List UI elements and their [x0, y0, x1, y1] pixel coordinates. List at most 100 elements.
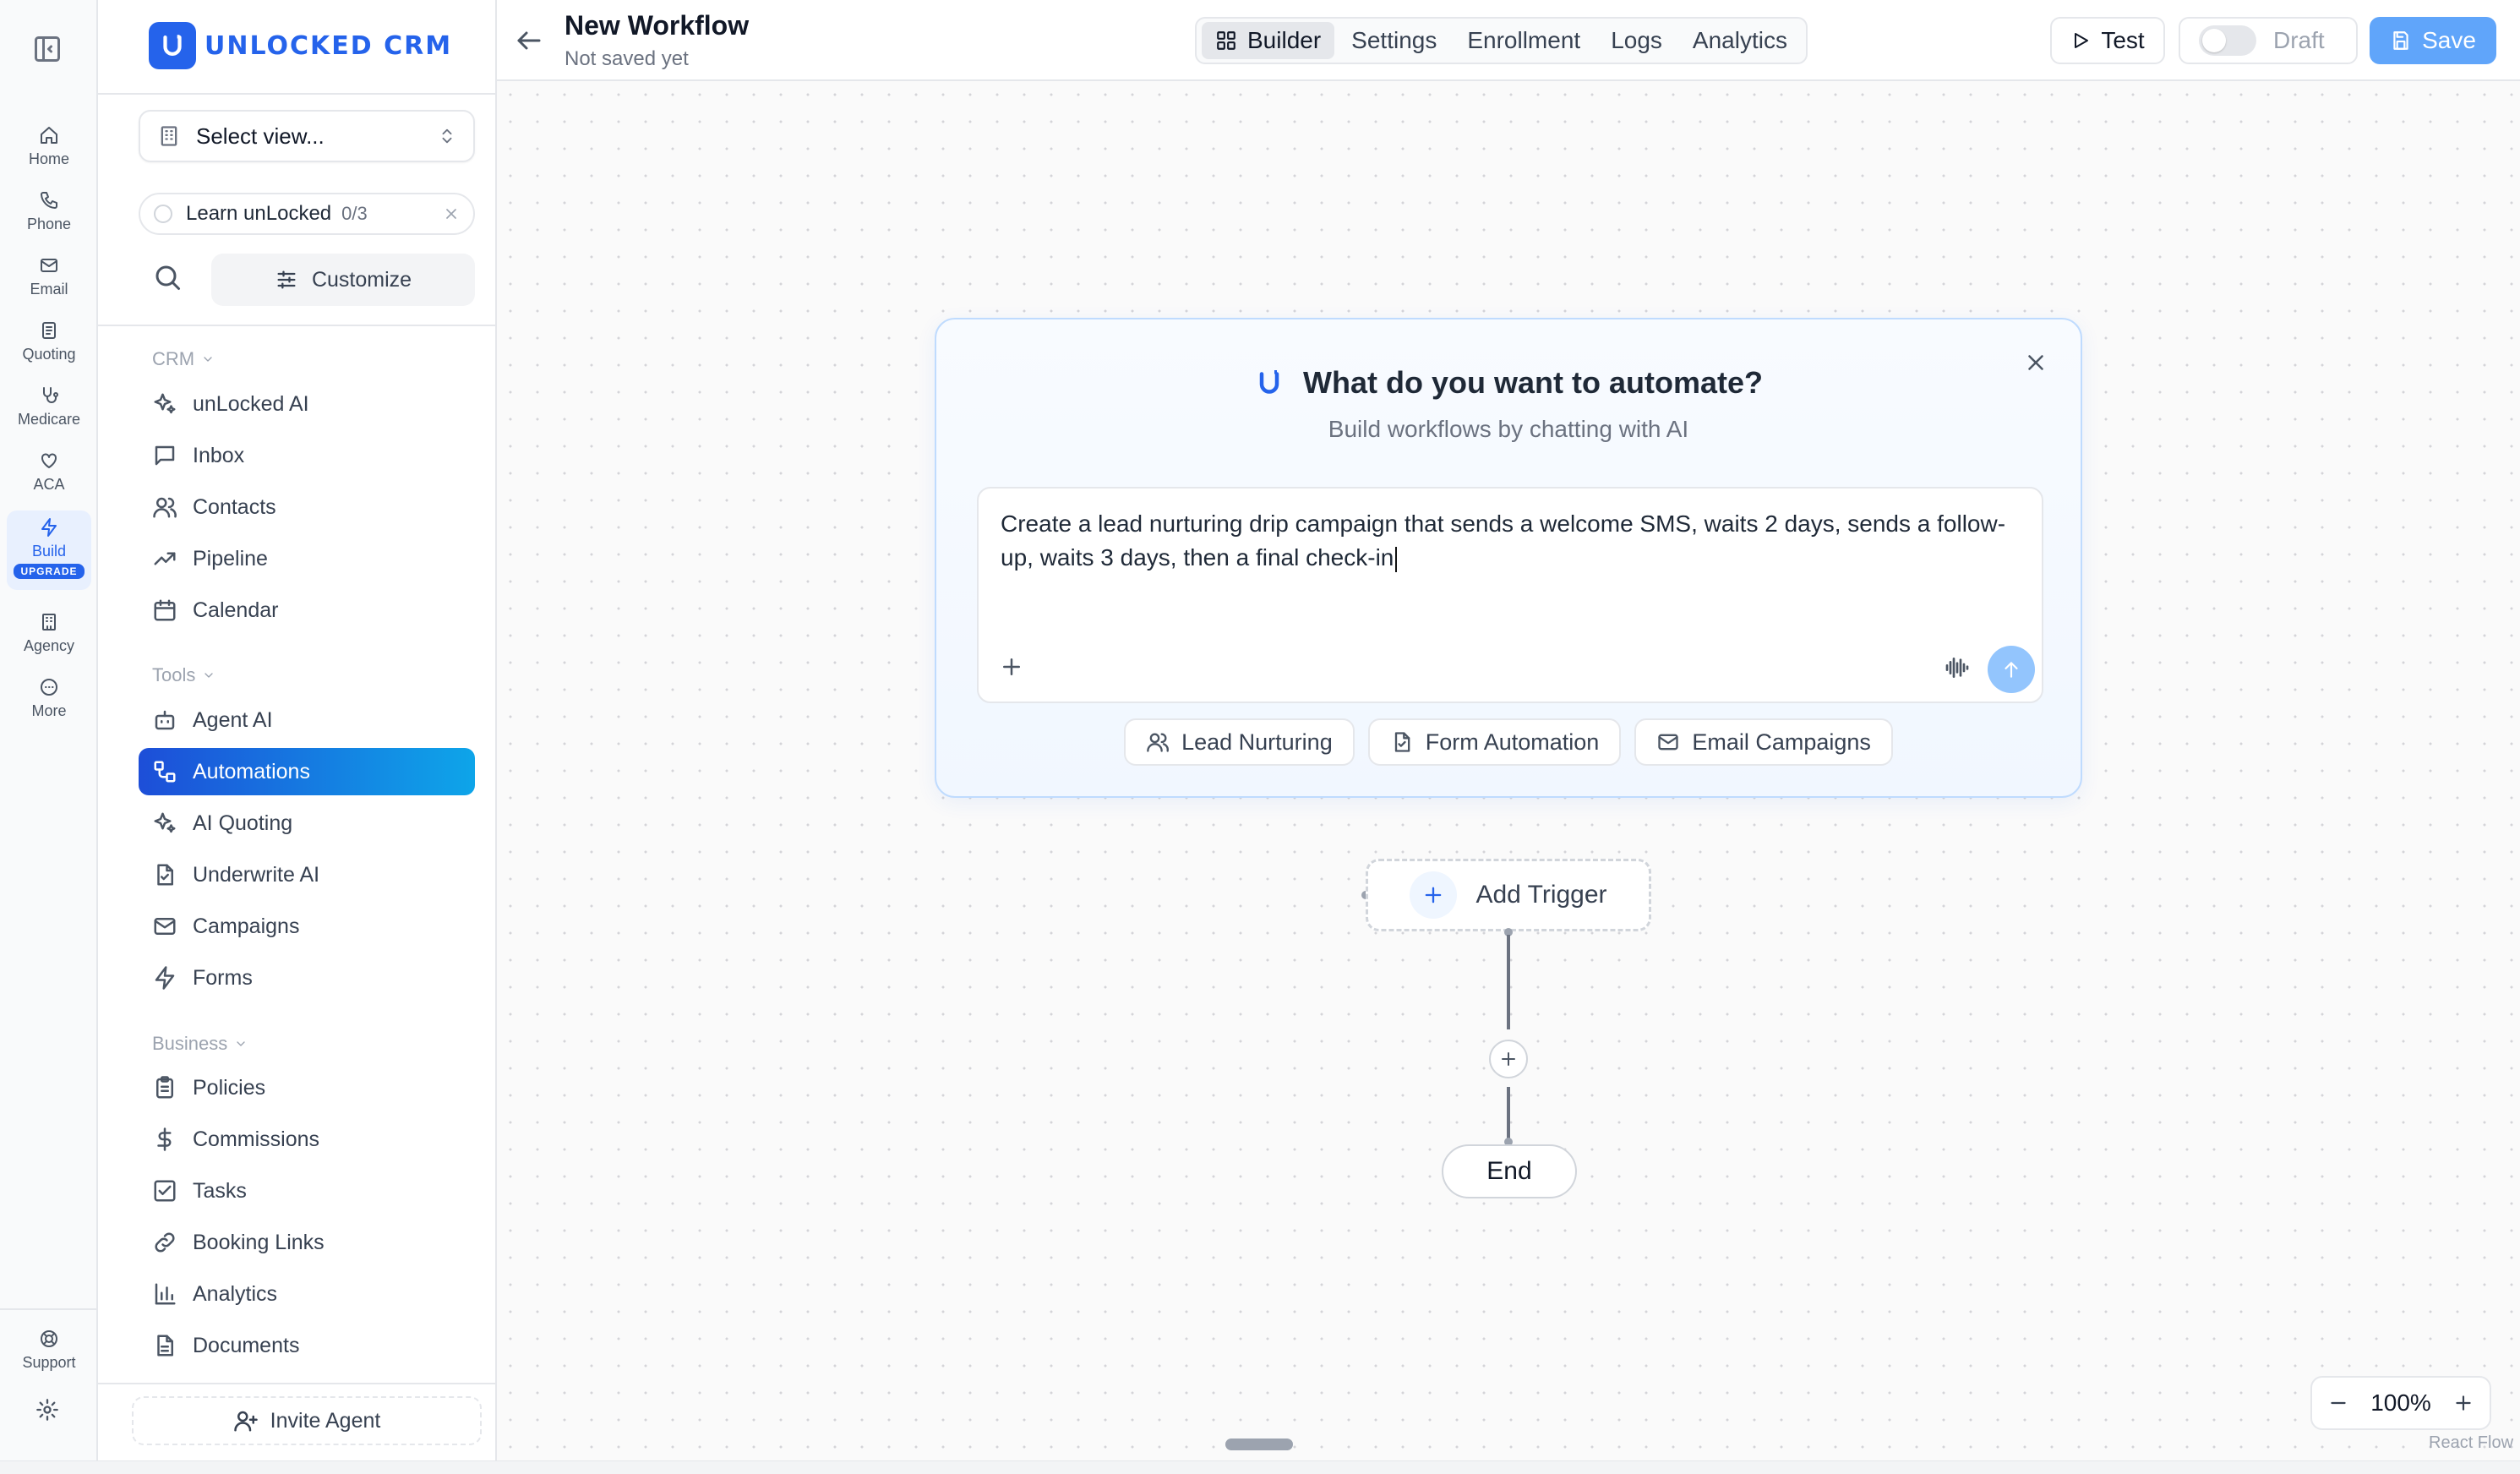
close-icon[interactable]: [443, 205, 460, 222]
rail-item-home[interactable]: Home: [7, 118, 91, 179]
nav-item-inbox[interactable]: Inbox: [139, 432, 475, 479]
nav-item-unlocked-ai[interactable]: unLocked AI: [139, 380, 475, 428]
more-icon: [41, 679, 57, 696]
arrow-up-icon: [2005, 662, 2018, 678]
workflow-canvas[interactable]: New Workflow Not saved yet Builder Setti…: [497, 0, 2520, 1460]
nav-item-underwrite-ai[interactable]: Underwrite AI: [139, 851, 475, 898]
settings-gear-icon[interactable]: [35, 1398, 59, 1422]
tab-label: Settings: [1351, 27, 1437, 53]
chip-form-automation[interactable]: Form Automation: [1367, 718, 1622, 766]
nav-item-agent-ai[interactable]: Agent AI: [139, 696, 475, 744]
ai-builder-panel: What do you want to automate? Build work…: [935, 318, 2082, 798]
icon-rail: Home Phone Email Quoting Medicare ACA Bu…: [0, 0, 98, 1460]
plus-icon[interactable]: [2452, 1392, 2474, 1414]
rail-item-email[interactable]: Email: [7, 248, 91, 309]
rail-item-aca[interactable]: ACA: [7, 444, 91, 505]
nav-item-analytics[interactable]: Analytics: [139, 1270, 475, 1318]
tab-analytics[interactable]: Analytics: [1679, 22, 1801, 59]
toggle-switch[interactable]: [2199, 25, 2256, 56]
chevron-up-down-icon: [442, 128, 452, 144]
nav-item-booking-links[interactable]: Booking Links: [139, 1219, 475, 1266]
invite-agent-button[interactable]: Invite Agent: [132, 1396, 482, 1445]
link-icon: [155, 1232, 175, 1253]
end-node[interactable]: End: [1442, 1144, 1577, 1198]
nav-label: Analytics: [193, 1281, 278, 1306]
sidebar-toggle-icon[interactable]: [32, 34, 63, 64]
workflow-title[interactable]: New Workflow: [565, 10, 749, 41]
divider: [98, 1383, 495, 1384]
arrow-left-icon[interactable]: [514, 25, 544, 56]
ai-prompt-text[interactable]: Create a lead nurturing drip campaign th…: [1001, 507, 2023, 575]
audio-waveform-icon[interactable]: [1942, 654, 1972, 681]
draft-toggle[interactable]: Draft: [2179, 17, 2358, 64]
nav-item-calendar[interactable]: Calendar: [139, 587, 475, 634]
ai-panel-header: What do you want to automate?: [936, 365, 2081, 401]
nav-item-automations[interactable]: Automations: [139, 748, 475, 795]
section-business[interactable]: Business: [152, 1033, 248, 1055]
add-trigger-node[interactable]: Add Trigger: [1366, 859, 1651, 931]
support-icon: [41, 1330, 57, 1347]
scroll-handle[interactable]: [1225, 1439, 1293, 1450]
rail-item-phone[interactable]: Phone: [7, 183, 91, 244]
message-icon: [155, 445, 175, 466]
play-icon: [2075, 33, 2089, 48]
nav-label: unLocked AI: [193, 391, 309, 416]
app-logo[interactable]: UNLOCKED CRM: [149, 22, 452, 69]
nav-item-ai-quoting[interactable]: AI Quoting: [139, 800, 475, 847]
nav-item-campaigns[interactable]: Campaigns: [139, 903, 475, 950]
users-icon: [1147, 733, 1170, 752]
react-flow-attribution[interactable]: React Flow: [2429, 1433, 2513, 1453]
chip-email-campaigns[interactable]: Email Campaigns: [1634, 718, 1893, 766]
add-step-button[interactable]: [1489, 1040, 1528, 1078]
rail-item-build[interactable]: Build UPGRADE: [7, 510, 91, 590]
rail-item-label: Medicare: [17, 411, 81, 428]
chevron-down-icon: [204, 357, 212, 362]
rail-item-support[interactable]: Support: [7, 1322, 91, 1383]
section-crm[interactable]: CRM: [152, 348, 215, 370]
horizontal-scrollbar[interactable]: [0, 1460, 2520, 1474]
nav-label: Booking Links: [193, 1230, 325, 1254]
learn-unlocked-pill[interactable]: Learn unLocked 0/3: [139, 193, 475, 235]
rail-item-quoting[interactable]: Quoting: [7, 314, 91, 374]
section-tools[interactable]: Tools: [152, 664, 215, 686]
plus-icon[interactable]: [999, 654, 1024, 680]
select-view-label: Select view...: [196, 123, 325, 149]
chevron-down-icon: [237, 1041, 245, 1046]
select-view-dropdown[interactable]: Select view...: [139, 110, 475, 162]
minus-icon[interactable]: [2327, 1392, 2349, 1414]
nav-item-tasks[interactable]: Tasks: [139, 1167, 475, 1215]
nav-item-policies[interactable]: Policies: [139, 1064, 475, 1111]
nav-label: Documents: [193, 1333, 300, 1357]
test-button[interactable]: Test: [2050, 17, 2165, 64]
email-icon: [41, 259, 57, 272]
tab-enrollment[interactable]: Enrollment: [1454, 22, 1594, 59]
nav-item-contacts[interactable]: Contacts: [139, 483, 475, 531]
nav-label: AI Quoting: [193, 811, 293, 835]
upgrade-badge[interactable]: UPGRADE: [14, 564, 85, 579]
nav-item-pipeline[interactable]: Pipeline: [139, 535, 475, 582]
nav-label: Calendar: [193, 598, 279, 622]
ai-prompt-input[interactable]: Create a lead nurturing drip campaign th…: [977, 487, 2043, 703]
nav-item-commissions[interactable]: Commissions: [139, 1116, 475, 1163]
chip-lead-nurturing[interactable]: Lead Nurturing: [1124, 718, 1355, 766]
tab-logs[interactable]: Logs: [1597, 22, 1676, 59]
nav-item-documents[interactable]: Documents: [139, 1322, 475, 1369]
learn-label: Learn unLocked: [186, 202, 332, 225]
rail-item-medicare[interactable]: Medicare: [7, 379, 91, 439]
nav-item-forms[interactable]: Forms: [139, 954, 475, 1002]
customize-button[interactable]: Customize: [211, 254, 475, 306]
nav-label: Policies: [193, 1075, 266, 1100]
rail-item-agency[interactable]: Agency: [7, 605, 91, 666]
phone-icon: [41, 192, 57, 209]
chevron-down-icon: [205, 673, 214, 678]
ai-panel-title: What do you want to automate?: [1303, 365, 1763, 400]
tab-builder[interactable]: Builder: [1202, 22, 1335, 59]
bar-chart-icon: [155, 1283, 176, 1305]
search-icon[interactable]: [152, 262, 183, 292]
logo-text: UNLOCKED CRM: [205, 30, 453, 61]
save-button[interactable]: Save: [2370, 17, 2496, 64]
tab-settings[interactable]: Settings: [1338, 22, 1450, 59]
file-check-icon: [157, 864, 173, 886]
send-button[interactable]: [1988, 646, 2035, 693]
rail-item-more[interactable]: More: [7, 670, 91, 731]
